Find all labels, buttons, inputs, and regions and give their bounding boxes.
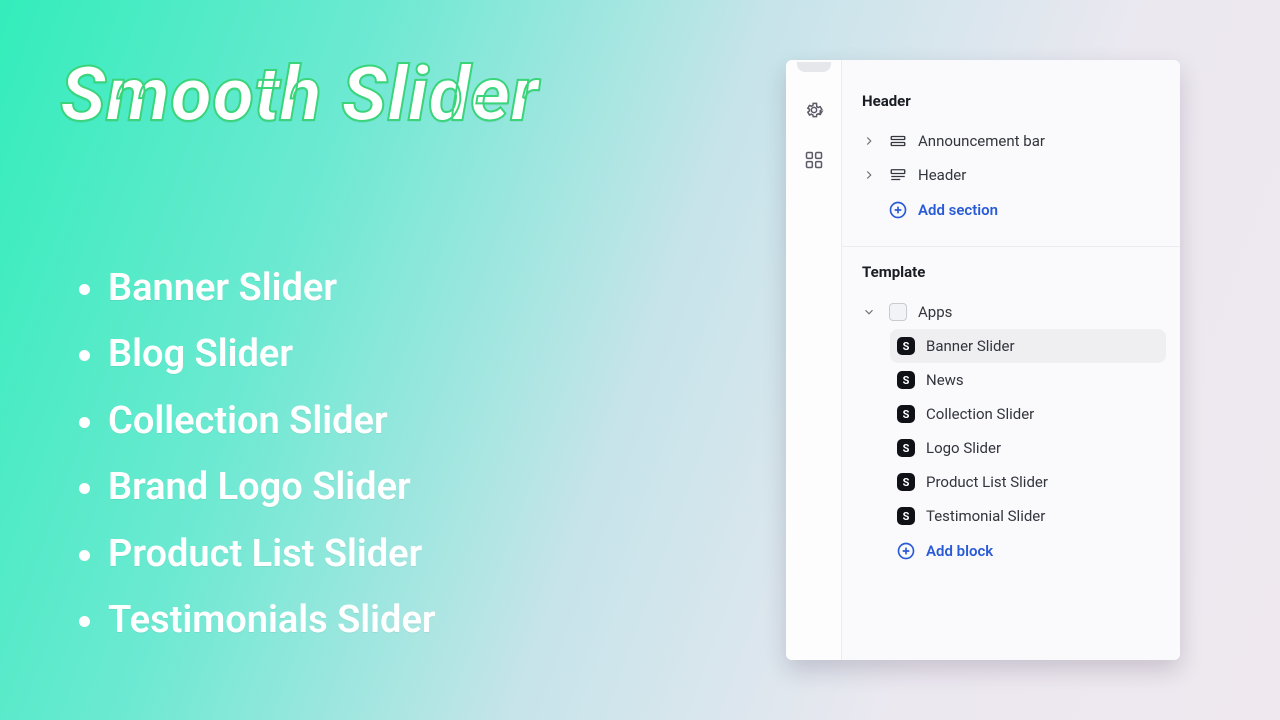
section-icon xyxy=(888,166,908,184)
section-row-label: Announcement bar xyxy=(918,132,1160,150)
hero-feature-item: Banner Slider xyxy=(108,255,700,322)
block-row-testimonial-slider[interactable]: S Testimonial Slider xyxy=(890,499,1166,533)
header-group: Header Announcement bar xyxy=(842,76,1180,247)
hero-feature-item: Collection Slider xyxy=(108,388,700,455)
chevron-right-icon xyxy=(862,168,878,182)
editor-rail xyxy=(786,60,842,660)
block-row-label: Banner Slider xyxy=(926,337,1160,355)
app-block-icon: S xyxy=(896,371,916,389)
sections-panel: Header Announcement bar xyxy=(842,60,1180,660)
apps-block-list: S Banner Slider S News S Collection Slid… xyxy=(856,329,1166,571)
app-block-icon: S xyxy=(896,473,916,491)
hero: Smooth Slider Banner Slider Blog Slider … xyxy=(60,55,700,654)
block-row-label: Collection Slider xyxy=(926,405,1160,423)
section-icon xyxy=(888,132,908,150)
plus-circle-icon xyxy=(896,541,916,561)
header-group-title: Header xyxy=(856,84,1166,124)
rail-active-indicator xyxy=(797,62,831,72)
block-row-label: Product List Slider xyxy=(926,473,1160,491)
app-block-icon: S xyxy=(896,507,916,525)
block-row-banner-slider[interactable]: S Banner Slider xyxy=(890,329,1166,363)
block-row-label: Testimonial Slider xyxy=(926,507,1160,525)
hero-feature-item: Blog Slider xyxy=(108,321,700,388)
section-row-label: Header xyxy=(918,166,1160,184)
add-section-label: Add section xyxy=(918,201,1160,219)
app-block-icon: S xyxy=(896,337,916,355)
block-row-news[interactable]: S News xyxy=(890,363,1166,397)
block-row-product-list-slider[interactable]: S Product List Slider xyxy=(890,465,1166,499)
hero-feature-item: Testimonials Slider xyxy=(108,587,700,654)
block-row-label: Logo Slider xyxy=(926,439,1160,457)
apps-grid-icon xyxy=(804,150,824,170)
template-group: Template Apps S Banner Slider S Ne xyxy=(842,247,1180,589)
apps-button[interactable] xyxy=(802,148,826,172)
add-section-button[interactable]: Add section xyxy=(856,192,1166,228)
template-group-title: Template xyxy=(856,255,1166,295)
block-row-label: News xyxy=(926,371,1160,389)
chevron-right-icon xyxy=(862,134,878,148)
gear-icon xyxy=(804,100,824,120)
hero-feature-item: Product List Slider xyxy=(108,521,700,588)
app-block-icon: S xyxy=(896,405,916,423)
section-row-announcement-bar[interactable]: Announcement bar xyxy=(856,124,1166,158)
hero-feature-list: Banner Slider Blog Slider Collection Sli… xyxy=(60,255,700,654)
block-row-collection-slider[interactable]: S Collection Slider xyxy=(890,397,1166,431)
hero-title: Smooth Slider xyxy=(60,55,700,135)
theme-editor-panel: Header Announcement bar xyxy=(786,60,1180,660)
section-row-label: Apps xyxy=(918,303,1160,321)
settings-button[interactable] xyxy=(802,98,826,122)
section-row-header[interactable]: Header xyxy=(856,158,1166,192)
app-block-icon: S xyxy=(896,439,916,457)
chevron-down-icon xyxy=(862,305,878,319)
hero-feature-item: Brand Logo Slider xyxy=(108,454,700,521)
add-block-button[interactable]: Add block xyxy=(890,533,1166,569)
add-block-label: Add block xyxy=(926,542,1160,560)
apps-section-icon xyxy=(888,303,908,321)
plus-circle-icon xyxy=(888,200,908,220)
section-row-apps[interactable]: Apps xyxy=(856,295,1166,329)
block-row-logo-slider[interactable]: S Logo Slider xyxy=(890,431,1166,465)
